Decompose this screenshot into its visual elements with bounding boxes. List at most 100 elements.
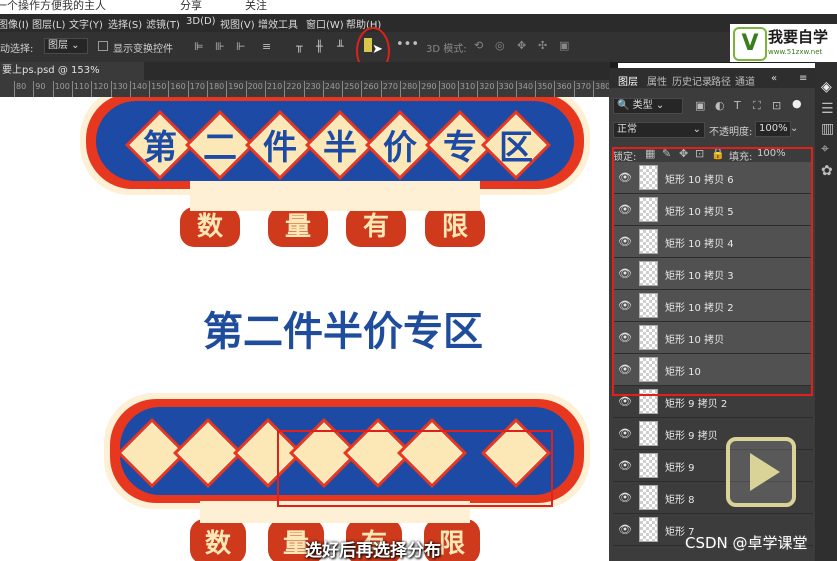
visibility-eye-icon[interactable]: 👁 <box>618 459 632 472</box>
menu-filter[interactable]: 滤镜(T) <box>146 16 180 31</box>
menu-3d[interactable]: 3D(D) <box>186 16 216 27</box>
ruler-label: 330 <box>498 82 514 91</box>
filter-smart-icon[interactable]: ⊡ <box>772 100 781 111</box>
visibility-eye-icon[interactable]: 👁 <box>618 523 632 536</box>
menu-type[interactable]: 文字(Y) <box>69 16 103 31</box>
tag-char: 数 <box>197 212 224 242</box>
opacity-label: 不透明度: <box>709 127 753 138</box>
ruler-label: 150 <box>151 82 167 91</box>
opacity-input[interactable]: 100% <box>755 121 791 137</box>
ruler-label: 120 <box>93 82 109 91</box>
ruler-label: 380 <box>595 82 610 91</box>
layer-name: 矩形 9 拷贝 2 <box>665 399 728 410</box>
ruler-tick <box>380 81 382 97</box>
libraries-icon[interactable]: ▥ <box>821 122 834 136</box>
logo-text: 我要自学 <box>768 28 829 46</box>
document-tab[interactable]: 要上ps.psd @ 153%(RGB/8#) * × <box>0 62 144 94</box>
tab-properties[interactable]: 属性 <box>647 73 667 88</box>
layer-name: 矩形 8 <box>665 495 695 506</box>
ruler-tick <box>245 81 247 97</box>
blend-mode-value: 正常 <box>617 124 637 135</box>
filter-toggle-icon[interactable]: ● <box>792 98 802 109</box>
ruler-tick <box>207 81 208 97</box>
transform-controls-checkbox[interactable] <box>98 41 108 51</box>
blend-mode-dropdown[interactable]: 正常 ⌄ <box>613 122 705 138</box>
menu-layer[interactable]: 图层(L) <box>32 16 65 31</box>
tab-paths[interactable]: 路径 <box>711 73 731 88</box>
ruler-tick <box>71 81 73 97</box>
ruler-tick <box>303 81 305 97</box>
layer-thumbnail <box>639 485 658 510</box>
ruler-tick <box>187 81 189 97</box>
ruler-tick <box>264 81 266 97</box>
menu-image[interactable]: 图像(I) <box>0 16 29 31</box>
ruler-label: 190 <box>228 82 244 91</box>
ruler-label: 160 <box>170 82 186 91</box>
filter-shape-icon[interactable]: ⛶ <box>753 100 761 111</box>
ruler-label: 140 <box>131 82 148 91</box>
filter-adjust-icon[interactable]: ◐ <box>715 100 725 111</box>
visibility-eye-icon[interactable]: 👁 <box>618 491 632 504</box>
more-options-icon[interactable]: ••• <box>396 38 419 51</box>
ruler-label: 100 <box>54 82 70 91</box>
align-vcenter-icon[interactable]: ╫ <box>316 41 323 52</box>
panel-menu-icon[interactable]: ≡ <box>799 73 807 84</box>
align-bottom-icon[interactable]: ╨ <box>337 41 344 52</box>
canvas[interactable]: 第二件半价专区 数量有限 第二件半价专区 数量有限 <box>0 97 610 561</box>
menu-window[interactable]: 窗口(W) <box>306 16 344 31</box>
filter-pixel-icon[interactable]: ▣ <box>695 100 705 111</box>
tab-layers[interactable]: 图层 <box>618 73 638 88</box>
align-vtop-icon[interactable]: ╥ <box>296 41 303 52</box>
logo-url: www.51zxw.net <box>768 48 823 56</box>
panel-close-icon[interactable]: « <box>771 73 777 84</box>
menu-view[interactable]: 视图(V) <box>220 16 255 31</box>
ruler-label: 80 <box>16 82 27 91</box>
banner-char: 价 <box>383 128 417 168</box>
layer-filter-dropdown[interactable]: 🔍 类型 ⌄ <box>613 98 683 114</box>
layers-panel-icon[interactable]: ◈ <box>821 80 832 94</box>
pan-3d-icon[interactable]: ✥ <box>517 40 526 51</box>
orbit-3d-icon[interactable]: ⟲ <box>474 40 483 51</box>
ruler-tick <box>419 81 421 97</box>
auto-select-dropdown[interactable]: 图层 ⌄ <box>44 38 88 54</box>
title-strip: 一个操作方便我的主人 分享 关注 <box>0 0 837 14</box>
ruler-label: 240 <box>324 82 341 91</box>
tag-char: 限 <box>439 529 465 559</box>
tag-char: 限 <box>442 212 468 242</box>
ruler-label: 210 <box>266 82 283 91</box>
visibility-eye-icon[interactable]: 👁 <box>618 427 632 440</box>
ruler-tick <box>593 81 594 97</box>
slide-3d-icon[interactable]: ✣ <box>538 40 547 51</box>
tab-history[interactable]: 历史记录 <box>672 73 712 88</box>
align-hcenter-icon[interactable]: ⊪ <box>215 41 225 52</box>
play-button[interactable] <box>726 437 796 507</box>
ruler-tick <box>573 81 575 97</box>
ruler-label: 280 <box>402 82 418 91</box>
ruler-label: 110 <box>73 82 90 91</box>
scale-3d-icon[interactable]: ▣ <box>559 40 569 51</box>
logo-check-icon: V <box>733 27 767 61</box>
filter-type-icon[interactable]: T <box>734 100 741 111</box>
align-right-icon[interactable]: ⊩ <box>236 41 246 52</box>
ruler-tick <box>322 81 324 97</box>
ruler-label: 250 <box>344 82 360 91</box>
layer-filter-value: 类型 <box>632 100 653 111</box>
visibility-eye-icon[interactable]: 👁 <box>618 395 632 408</box>
ruler-label: 370 <box>575 82 591 91</box>
align-top-icon[interactable]: ≡ <box>262 41 271 52</box>
align-left-icon[interactable]: ⊫ <box>194 41 204 52</box>
menu-select[interactable]: 选择(S) <box>108 16 142 31</box>
color-icon[interactable]: ✿ <box>821 164 833 178</box>
ruler-label: 200 <box>247 82 263 91</box>
banner-char: 区 <box>499 128 533 168</box>
menu-plugins[interactable]: 增效工具 <box>258 16 298 31</box>
paths-icon[interactable]: ⌖ <box>821 142 829 156</box>
ruler-label: 90 <box>35 82 46 91</box>
tab-channels[interactable]: 通道 <box>735 73 755 88</box>
options-bar: 动选择: 图层 ⌄ 显示变换控件 ⊫ ⊪ ⊩ ≡ ╥ ╫ ╨ ➤ ••• 3D … <box>0 27 837 75</box>
roll-3d-icon[interactable]: ◎ <box>495 40 505 51</box>
adjustments-icon[interactable]: ☰ <box>821 102 834 116</box>
opacity-arrow-icon[interactable]: ⌄ <box>790 123 798 134</box>
transform-controls-label: 显示变换控件 <box>113 44 173 55</box>
banner-char: 二 <box>203 128 237 168</box>
